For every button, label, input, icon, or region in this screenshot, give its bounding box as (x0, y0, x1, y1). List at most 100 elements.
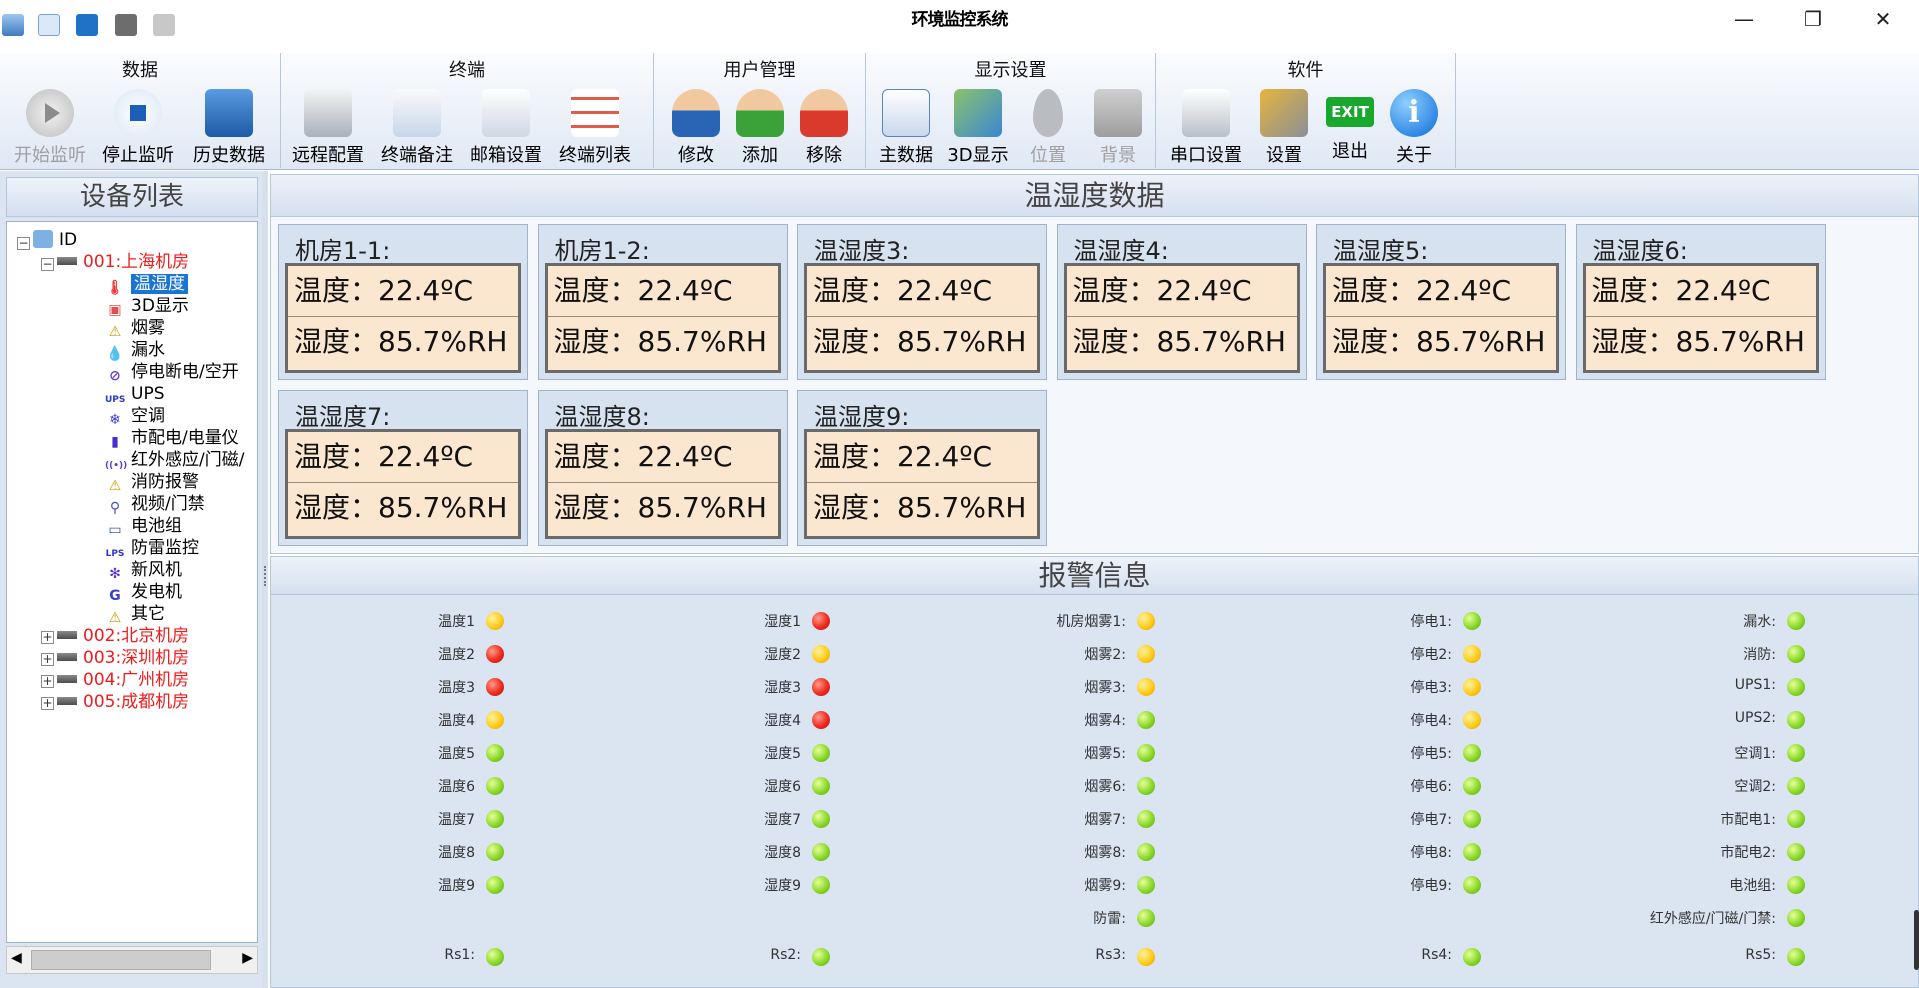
temperature-row: 温度：22.4ºC (548, 432, 778, 482)
terminal-list-button[interactable]: 终端列表 (553, 89, 637, 167)
sensor-values: 温度：22.4ºC 湿度：85.7%RH (544, 263, 781, 373)
alarm-label: UPS2: (1734, 710, 1776, 726)
scroll-left-arrow[interactable]: ◀ (11, 950, 22, 966)
sensor-card[interactable]: 温湿度9: 温度：22.4ºC 湿度：85.7%RH (797, 390, 1047, 546)
remove-user-button[interactable]: 移除 (796, 89, 852, 167)
humidity-value: 85.7%RH (1675, 325, 1805, 358)
device-tree[interactable]: − ID −001:上海机房 🌡 温湿度 ▣ 3D显示 ⚠ 烟雾 💧 漏水 ⊘ 停电断电/空开 UPS UP… (6, 221, 258, 943)
tree-expander[interactable]: + (41, 675, 54, 688)
ribbon-group-terminal: 终端 远程配置 终端备注 邮箱设置 终端列表 (281, 53, 654, 168)
temp-humidity-title: 温湿度数据 (271, 175, 1918, 217)
sensor-card[interactable]: 温湿度7: 温度：22.4ºC 湿度：85.7%RH (278, 390, 528, 546)
maximize-button[interactable]: ❐ (1793, 6, 1833, 32)
exit-button[interactable]: EXIT 退出 (1322, 89, 1378, 167)
3d-display-button[interactable]: 3D显示 (946, 89, 1010, 167)
app-title: 环境监控系统 (911, 10, 1009, 30)
settings-button[interactable]: 设置 (1256, 89, 1312, 167)
tree-expander[interactable]: + (41, 631, 54, 644)
stop-listen-button[interactable]: 停止监听 (98, 89, 178, 167)
alarm-status-led (1137, 678, 1155, 696)
tree-expander[interactable]: − (41, 258, 54, 271)
sensor-card[interactable]: 温湿度3: 温度：22.4ºC 湿度：85.7%RH (797, 224, 1047, 380)
about-button[interactable]: i 关于 (1386, 89, 1442, 167)
tree-room[interactable]: 005:成都机房 (57, 689, 189, 715)
alarm-status-led (1787, 612, 1805, 630)
tree-horizontal-scrollbar[interactable]: ◀ ▶ (6, 946, 258, 974)
sensor-values: 温度：22.4ºC 湿度：85.7%RH (1582, 263, 1819, 373)
alarm-label: 空调1: (1734, 746, 1776, 762)
humidity-row: 湿度：85.7%RH (807, 482, 1037, 532)
server-icon (57, 631, 77, 639)
database-search-icon (205, 89, 253, 137)
alarm-status-led (1137, 645, 1155, 663)
tree-room-label: 001:上海机房 (83, 252, 190, 272)
scroll-right-arrow[interactable]: ▶ (242, 950, 253, 966)
sensor-card[interactable]: 机房1-1: 温度：22.4ºC 湿度：85.7%RH (278, 224, 528, 380)
mail-settings-button[interactable]: 邮箱设置 (465, 89, 547, 167)
printer-settings-icon (1182, 89, 1230, 137)
temperature-label: 温度： (1591, 274, 1676, 307)
start-listen-button[interactable]: 开始监听 (10, 89, 90, 167)
sensor-name: 温湿度5: (1333, 237, 1429, 265)
tree-item-label: 防雷监控 (131, 538, 199, 558)
terminal-note-label: 终端备注 (381, 145, 453, 166)
alarm-label: 湿度8 (764, 845, 801, 861)
alarm-panel: 报警信息 温度1 温度2 温度3 温度4 温度5 温度6 温度7 温度8 温度9 Rs1: 湿度1 湿… (270, 556, 1919, 988)
sensor-card[interactable]: 机房1-2: 温度：22.4ºC 湿度：85.7%RH (537, 224, 788, 380)
minimize-button[interactable]: — (1724, 6, 1764, 32)
temperature-label: 温度： (813, 440, 898, 473)
alarm-status-led (1787, 645, 1805, 663)
map-pin-icon (954, 89, 1002, 137)
alarm-label: 停电2: (1410, 647, 1452, 663)
close-button[interactable]: ✕ (1863, 6, 1903, 32)
sensor-card[interactable]: 温湿度6: 温度：22.4ºC 湿度：85.7%RH (1575, 224, 1826, 380)
alarm-status-led (1137, 711, 1155, 729)
alarm-label: 烟雾6: (1084, 779, 1126, 795)
tree-item-label: 烟雾 (131, 318, 165, 338)
humidity-row: 湿度：85.7%RH (547, 482, 778, 532)
remote-config-button[interactable]: 远程配置 (287, 89, 369, 167)
history-data-label: 历史数据 (193, 145, 265, 166)
ribbon-group-software: 软件 串口设置 设置 EXIT 退出 i 关于 (1156, 53, 1456, 168)
position-button[interactable]: 位置 (1016, 89, 1080, 167)
alarm-status-led (1463, 645, 1481, 663)
server-icon (57, 653, 77, 661)
add-user-button[interactable]: 添加 (732, 89, 788, 167)
humidity-value: 85.7%RH (897, 325, 1027, 358)
temperature-row: 温度：22.4ºC (1326, 266, 1556, 316)
tree-room-label: 002:北京机房 (83, 626, 190, 646)
alarm-status-led (812, 645, 830, 663)
alarm-status-led (812, 843, 830, 861)
alarm-label: 漏水: (1743, 614, 1776, 630)
serial-settings-button[interactable]: 串口设置 (1164, 89, 1248, 167)
play-icon (26, 89, 74, 137)
alarm-status-led (1137, 948, 1155, 966)
sensor-card[interactable]: 温湿度4: 温度：22.4ºC 湿度：85.7%RH (1056, 224, 1307, 380)
tree-expander[interactable]: − (17, 237, 30, 250)
history-data-button[interactable]: 历史数据 (186, 89, 272, 167)
panel-splitter[interactable] (262, 171, 268, 988)
background-button[interactable]: 背景 (1086, 89, 1150, 167)
main-data-button[interactable]: 主数据 (874, 89, 938, 167)
sensor-card[interactable]: 温湿度8: 温度：22.4ºC 湿度：85.7%RH (537, 390, 788, 546)
alarm-label: 温度8 (438, 845, 475, 861)
scroll-thumb[interactable] (31, 950, 211, 970)
tools-icon (1260, 89, 1308, 137)
server-icon (57, 675, 77, 683)
alarm-status-led (486, 948, 504, 966)
temperature-label: 温度： (813, 274, 898, 307)
sensor-card[interactable]: 温湿度5: 温度：22.4ºC 湿度：85.7%RH (1316, 224, 1566, 380)
tree-item-label: UPS (131, 384, 165, 404)
terminal-note-button[interactable]: 终端备注 (375, 89, 459, 167)
humidity-row: 湿度：85.7%RH (807, 316, 1037, 366)
alarm-label: 温度3 (438, 680, 475, 696)
alarm-label: 温度5 (438, 746, 475, 762)
tree-item-label: 消防报警 (131, 472, 199, 492)
tree-expander[interactable]: + (41, 697, 54, 710)
alarm-status-led (1137, 744, 1155, 762)
edit-user-button[interactable]: 修改 (668, 89, 724, 167)
ribbon-group-title: 数据 (122, 60, 158, 81)
temperature-value: 22.4ºC (1156, 274, 1252, 307)
tree-expander[interactable]: + (41, 653, 54, 666)
alarm-status-led (486, 777, 504, 795)
